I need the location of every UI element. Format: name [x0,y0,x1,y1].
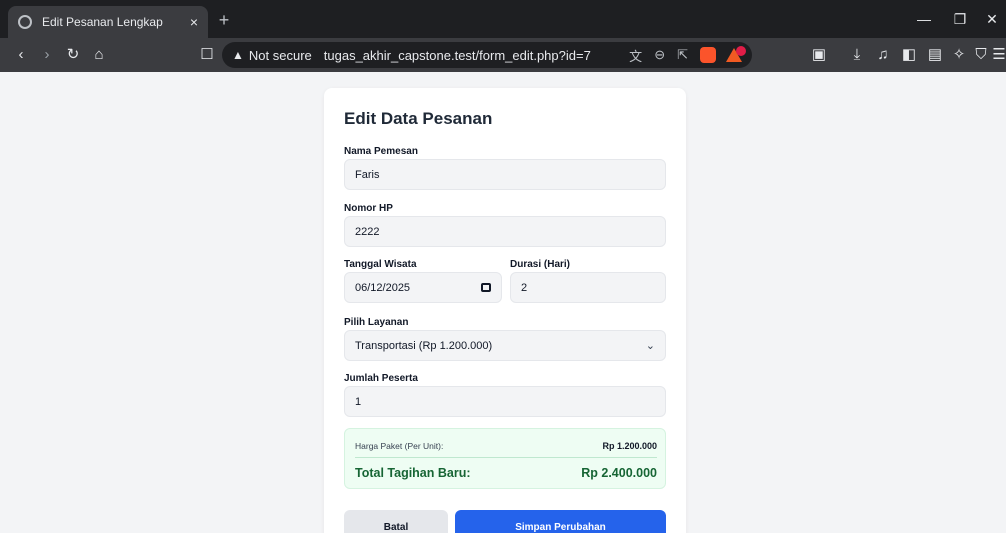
warning-icon: ▲ [232,48,244,62]
total-value: Rp 2.400.000 [581,466,657,480]
jumlah-peserta-label: Jumlah Peserta [344,373,418,384]
unit-price-label: Harga Paket (Per Unit): [355,441,444,451]
home-icon[interactable]: ⌂ [88,44,110,66]
wallet-icon[interactable]: ▤ [924,44,946,66]
leo-ai-icon[interactable]: ✧ [948,44,970,66]
browser-tab[interactable]: Edit Pesanan Lengkap × [8,6,208,38]
edit-order-card: Edit Data Pesanan Nama Pemesan Faris Nom… [324,88,686,533]
calendar-icon[interactable] [481,283,491,292]
sidebar-icon[interactable]: ◧ [898,44,920,66]
unit-price-value: Rp 1.200.000 [602,441,657,451]
pilih-layanan-select[interactable]: Transportasi (Rp 1.200.000) ⌄ [344,330,666,361]
nomor-hp-input[interactable]: 2222 [344,216,666,247]
summary-divider [355,457,657,458]
cancel-button[interactable]: Batal [344,510,448,533]
jumlah-peserta-input[interactable]: 1 [344,386,666,417]
back-icon[interactable]: ‹ [10,44,32,66]
not-secure-label: Not secure [248,47,312,63]
unit-price-row: Harga Paket (Per Unit): Rp 1.200.000 [355,441,657,451]
zoom-icon[interactable]: ⊖ [654,47,665,63]
page-title: Edit Data Pesanan [344,109,493,128]
menu-icon[interactable]: ☰ [988,44,1006,66]
durasi-value: 2 [521,281,528,294]
price-summary: Harga Paket (Per Unit): Rp 1.200.000 Tot… [344,428,666,489]
pilih-layanan-value: Transportasi (Rp 1.200.000) [355,339,493,352]
close-window-button[interactable]: ✕ [980,8,1004,30]
pilih-layanan-label: Pilih Layanan [344,317,409,328]
address-bar[interactable]: ▲ Not secure tugas_akhir_capstone.test/f… [222,42,752,68]
reader-mode-icon[interactable]: ▣ [808,44,830,66]
tanggal-wisata-label: Tanggal Wisata [344,259,417,270]
jumlah-peserta-value: 1 [355,395,362,408]
save-button[interactable]: Simpan Perubahan [455,510,666,533]
translate-icon[interactable]: 文 [629,46,642,65]
brave-rewards-icon[interactable] [726,46,746,62]
brave-shields-icon[interactable] [700,47,716,63]
durasi-label: Durasi (Hari) [510,259,571,270]
nomor-hp-value: 2222 [355,225,380,238]
nama-pemesan-input[interactable]: Faris [344,159,666,190]
globe-icon [18,15,32,29]
nama-pemesan-label: Nama Pemesan [344,146,418,157]
new-tab-button[interactable]: + [212,8,236,32]
forward-icon[interactable]: › [36,44,58,66]
minimize-button[interactable]: — [912,8,936,30]
nomor-hp-label: Nomor HP [344,203,393,214]
total-label: Total Tagihan Baru: [355,466,471,480]
durasi-input[interactable]: 2 [510,272,666,303]
download-icon[interactable]: ⤓ [846,44,868,66]
tab-title: Edit Pesanan Lengkap [42,15,163,29]
chevron-down-icon: ⌄ [645,340,655,352]
tanggal-wisata-input[interactable]: 06/12/2025 [344,272,502,303]
bookmark-icon[interactable]: ☐ [196,44,218,66]
tab-bar: Edit Pesanan Lengkap × + — ❐ ✕ [0,0,1006,38]
tanggal-wisata-value: 06/12/2025 [355,281,411,294]
browser-toolbar: ‹ › ↻ ⌂ ☐ ▲ Not secure tugas_akhir_capst… [0,38,1006,72]
url-text[interactable]: tugas_akhir_capstone.test/form_edit.php?… [324,48,617,63]
maximize-button[interactable]: ❐ [948,8,972,30]
total-row: Total Tagihan Baru: Rp 2.400.000 [355,466,657,480]
nama-pemesan-value: Faris [355,168,380,181]
tab-close-button[interactable]: × [190,14,198,30]
reload-icon[interactable]: ↻ [62,44,84,66]
music-icon[interactable]: ♫ [872,44,894,66]
share-icon[interactable]: ⇱ [677,47,688,63]
notification-badge [736,46,746,56]
